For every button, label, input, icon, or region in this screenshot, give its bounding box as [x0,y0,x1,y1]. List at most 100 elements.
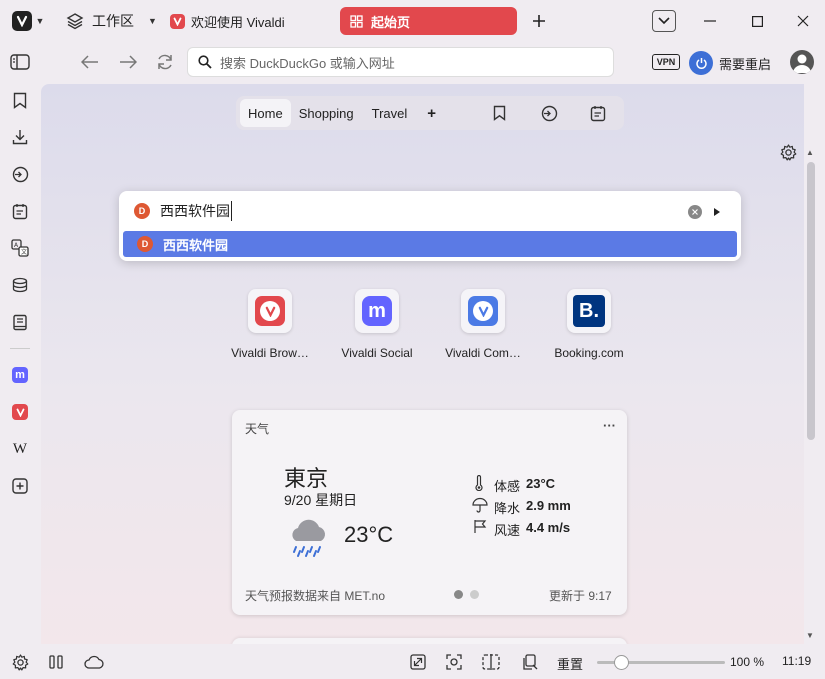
add-web-panel-button[interactable] [8,474,32,498]
page-tiling-button[interactable] [519,652,541,672]
tile-icon: m [355,289,399,333]
add-speed-dial-button[interactable]: + [419,99,444,127]
panel-toggle-button[interactable] [8,50,32,74]
chevron-down-icon [658,17,670,25]
tab-shopping[interactable]: Shopping [291,99,362,127]
tile-icon [248,289,292,333]
reading-list-panel-button[interactable] [8,273,32,297]
close-button[interactable] [791,10,815,32]
scrollbar-thumb[interactable] [807,162,815,440]
search-suggestion[interactable]: D 西西软件园 [123,231,737,257]
vpn-label: VPN [656,57,676,67]
tile-label: Booking.com [554,346,624,360]
resize-icon [410,654,426,670]
reload-icon [156,53,174,71]
settings-button[interactable] [10,652,30,672]
page-dot[interactable] [470,590,479,599]
side-panel-divider [10,348,30,349]
widget-menu-button[interactable]: ··· [603,418,616,433]
maximize-button[interactable] [745,10,769,32]
reload-button[interactable] [153,50,177,74]
panel-icon [10,54,30,70]
precip-label: 降水 [494,501,521,516]
mastodon-icon: m [362,296,392,326]
clock: 11:19 [782,654,812,668]
arrow-right-icon [119,55,137,69]
reader-panel-button[interactable] [8,310,32,334]
speed-dial-tile[interactable]: Vivaldi Com… [428,289,538,360]
scroll-down-arrow-icon[interactable]: ▼ [806,631,814,640]
search-query: 西西软件园 [160,201,232,221]
notes-icon [590,105,606,122]
restart-button[interactable]: 需要重启 [689,50,777,76]
tab-travel[interactable]: Travel [364,99,416,127]
notes-panel-button[interactable] [8,199,32,223]
tab-bar: ▼ 工作区 ▼ 欢迎使用 Vivaldi 起始页 [0,0,825,42]
workspace-button[interactable]: 工作区 ▼ [62,7,158,35]
minimize-button[interactable] [698,10,722,32]
camera-capture-icon [446,654,462,670]
page-dot-active[interactable] [454,590,463,599]
arrow-left-icon [81,55,99,69]
wind-value: 4.4 m/s [526,520,571,535]
mastodon-panel-button[interactable]: m [8,363,32,387]
speed-dial-tabs: Home Shopping Travel + [236,96,624,130]
chevron-down-icon: ▼ [148,16,157,26]
window-panel-button[interactable] [46,652,66,672]
history-icon [541,105,558,122]
zoom-reset-button[interactable]: 重置 [557,654,583,673]
tab-home[interactable]: Home [240,99,291,127]
search-submit-button[interactable] [711,205,723,219]
notes-view-button[interactable] [587,102,609,124]
translate-panel-button[interactable]: A文 [8,236,32,260]
vivaldi-web-panel-button[interactable] [8,400,32,424]
speed-dial-tile[interactable]: Vivaldi Brow… [215,289,325,360]
weather-city: 東京 [284,466,329,491]
vivaldi-menu-button[interactable]: ▼ [8,9,48,33]
thermometer-icon [474,475,484,491]
scroll-up-arrow-icon[interactable]: ▲ [806,148,814,157]
bookmarks-panel-button[interactable] [8,88,32,112]
tab-list-button[interactable] [652,10,676,32]
tab-start-page[interactable]: 起始页 [340,7,517,35]
suggestion-text: 西西软件园 [163,237,229,253]
capture-button[interactable] [444,652,464,672]
side-panel: A文 m W [0,84,40,644]
tab-title: 欢迎使用 Vivaldi [191,14,285,30]
tile-tabs-button[interactable] [481,652,501,672]
speed-dial-tile[interactable]: B. Booking.com [534,289,644,360]
duckduckgo-icon: D [137,236,153,252]
profile-button[interactable] [789,49,815,75]
vpn-button[interactable]: VPN [652,54,680,70]
mastodon-icon: m [12,367,28,383]
svg-text:A: A [14,242,19,249]
back-button[interactable] [78,50,102,74]
split-view-icon [482,654,500,670]
tab-welcome[interactable]: 欢迎使用 Vivaldi [166,7,336,35]
page-actions-button[interactable] [408,652,428,672]
feels-like-value: 23°C [526,476,556,491]
notes-icon [12,203,28,220]
wikipedia-panel-button[interactable]: W [8,437,32,461]
wikipedia-icon: W [12,440,28,457]
booking-icon: B. [573,295,605,327]
new-tab-button[interactable] [528,10,550,32]
history-view-button[interactable] [538,102,560,124]
tile-icon: B. [567,289,611,333]
start-page-settings-button[interactable] [778,142,798,162]
bookmark-icon [13,92,27,109]
clear-search-button[interactable] [687,204,703,220]
chevron-down-icon: ▼ [35,16,45,26]
translate-icon: A文 [11,239,29,257]
speed-dial-tile[interactable]: m Vivaldi Social [322,289,432,360]
downloads-panel-button[interactable] [8,125,32,149]
search-field[interactable]: D 西西软件园 [119,191,741,231]
address-field[interactable]: 搜索 DuckDuckGo 或输入网址 [187,47,614,77]
zoom-slider-handle[interactable] [614,655,629,670]
weather-source: 天气预报数据来自 MET.no [245,589,386,603]
maximize-icon [751,15,763,27]
history-panel-button[interactable] [8,162,32,186]
forward-button[interactable] [116,50,140,74]
bookmarks-view-button[interactable] [488,102,510,124]
sync-button[interactable] [83,652,105,672]
